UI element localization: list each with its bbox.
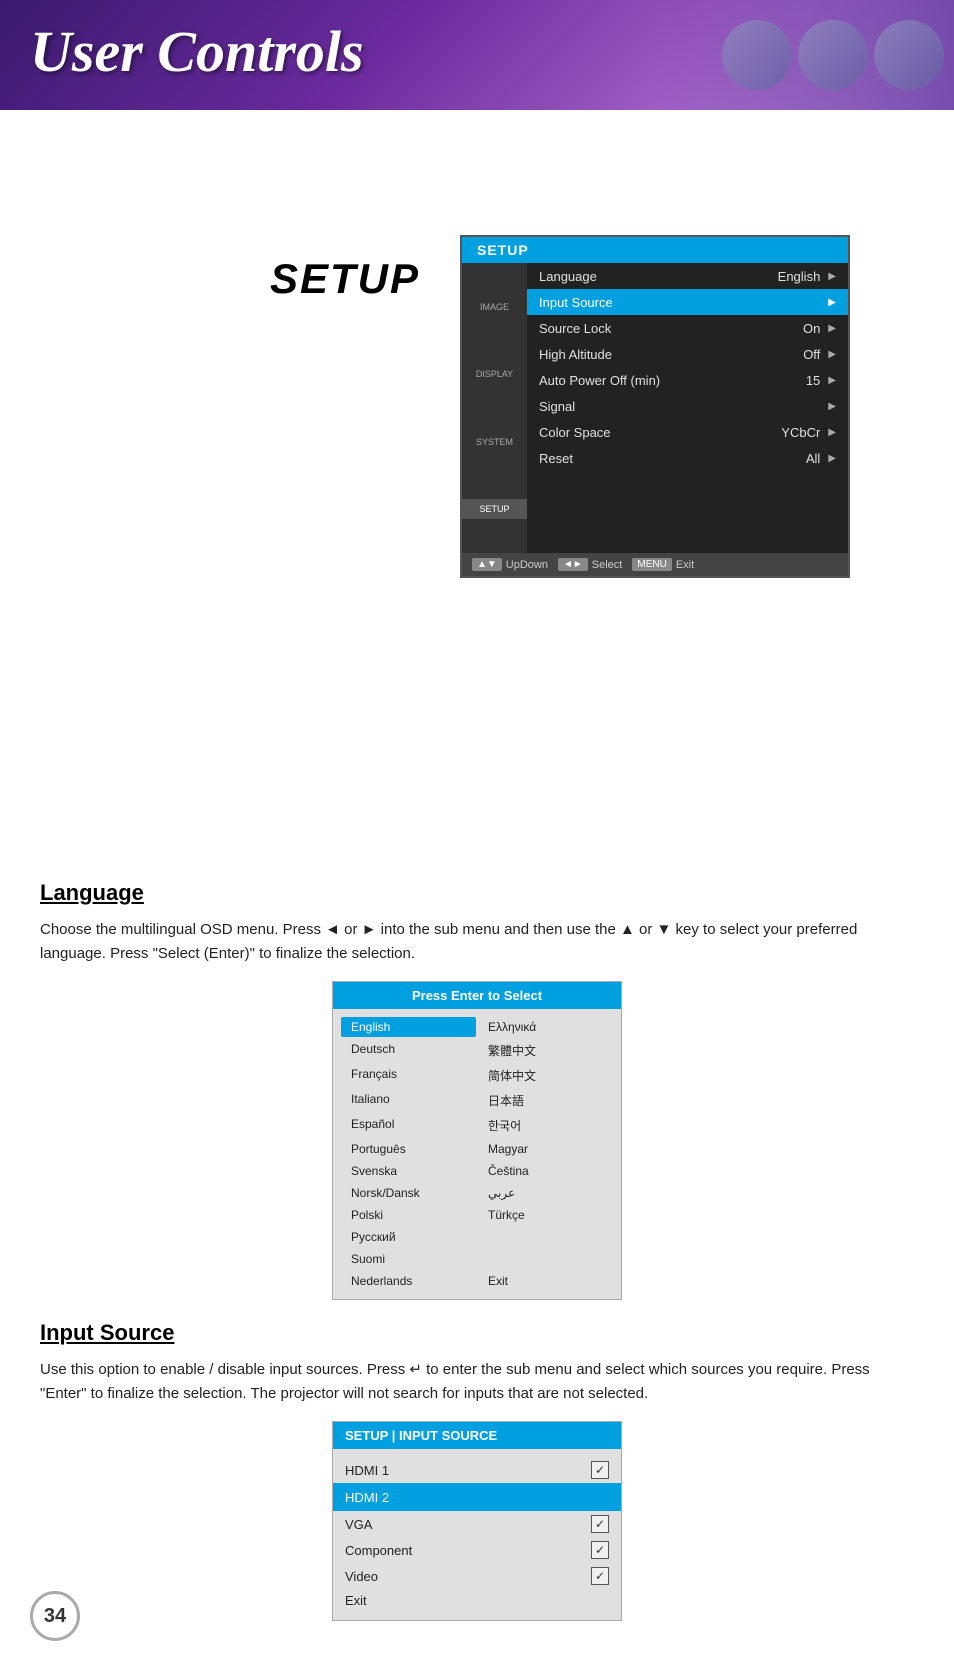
lang-turkish[interactable]: Türkçe bbox=[478, 1205, 613, 1225]
input-source-row-exit[interactable]: Exit bbox=[345, 1589, 609, 1612]
page-wrapper: User Controls SETUP SETUP IMAGE DISPLAY … bbox=[0, 0, 954, 1661]
video-checkbox[interactable] bbox=[591, 1567, 609, 1585]
input-source-row-hdmi1[interactable]: HDMI 1 bbox=[345, 1457, 609, 1483]
header-decoration bbox=[654, 0, 954, 110]
circle-1 bbox=[722, 20, 792, 90]
osd-footer: ▲▼ UpDown ◄► Select MENU Exit bbox=[462, 553, 848, 576]
osd-title: SETUP bbox=[462, 237, 848, 263]
lang-portugues[interactable]: Português bbox=[341, 1139, 476, 1159]
lang-korean[interactable]: 한국어 bbox=[478, 1114, 613, 1137]
lang-english[interactable]: English bbox=[341, 1017, 476, 1037]
osd-row-source-lock[interactable]: Source Lock On ▶ bbox=[527, 315, 848, 341]
header-banner: User Controls bbox=[0, 0, 954, 110]
osd-row-auto-power-off[interactable]: Auto Power Off (min) 15 ▶ bbox=[527, 367, 848, 393]
lang-nederlands[interactable]: Nederlands bbox=[341, 1271, 476, 1291]
vga-checkbox[interactable] bbox=[591, 1515, 609, 1533]
lang-svenska[interactable]: Svenska bbox=[341, 1161, 476, 1181]
osd-row-reset[interactable]: Reset All ▶ bbox=[527, 445, 848, 471]
lang-polski[interactable]: Polski bbox=[341, 1205, 476, 1225]
language-popup-header: Press Enter to Select bbox=[333, 982, 621, 1009]
input-source-row-video[interactable]: Video bbox=[345, 1563, 609, 1589]
sidebar-item-system[interactable]: SYSTEM bbox=[462, 432, 527, 452]
osd-row-input-source[interactable]: Input Source ▶ bbox=[527, 289, 848, 315]
language-section: Language Choose the multilingual OSD men… bbox=[40, 880, 914, 1300]
osd-area: SETUP SETUP IMAGE DISPLAY SYSTEM SETUP L… bbox=[0, 110, 954, 480]
hdmi1-checkbox[interactable] bbox=[591, 1461, 609, 1479]
lang-suomi[interactable]: Suomi bbox=[341, 1249, 476, 1269]
hdmi2-highlight-bar bbox=[559, 1487, 609, 1507]
page-title: User Controls bbox=[30, 18, 364, 85]
osd-footer-updown: ▲▼ UpDown bbox=[472, 558, 548, 571]
input-source-row-vga[interactable]: VGA bbox=[345, 1511, 609, 1537]
sidebar-item-display[interactable]: DISPLAY bbox=[462, 364, 527, 384]
language-grid: English Ελληνικά Deutsch 繁體中文 Français 简… bbox=[333, 1009, 621, 1299]
lang-exit[interactable]: Exit bbox=[478, 1271, 613, 1291]
osd-footer-select: ◄► Select bbox=[558, 558, 622, 571]
lang-traditional-chinese[interactable]: 繁體中文 bbox=[478, 1039, 613, 1062]
input-source-section: Input Source Use this option to enable /… bbox=[40, 1320, 914, 1621]
sidebar-item-image[interactable]: IMAGE bbox=[462, 297, 527, 317]
lang-norsk-dansk[interactable]: Norsk/Dansk bbox=[341, 1183, 476, 1203]
osd-footer-menu: MENU Exit bbox=[632, 558, 694, 571]
lang-empty-1 bbox=[478, 1227, 613, 1247]
input-source-description: Use this option to enable / disable inpu… bbox=[40, 1358, 914, 1406]
lang-arabic[interactable]: عربي bbox=[478, 1183, 613, 1203]
lang-italiano[interactable]: Italiano bbox=[341, 1089, 476, 1112]
circle-3 bbox=[874, 20, 944, 90]
osd-row-high-altitude[interactable]: High Altitude Off ▶ bbox=[527, 341, 848, 367]
lang-magyar[interactable]: Magyar bbox=[478, 1139, 613, 1159]
circle-2 bbox=[798, 20, 868, 90]
lang-espanol[interactable]: Español bbox=[341, 1114, 476, 1137]
lang-cestina[interactable]: Čeština bbox=[478, 1161, 613, 1181]
lang-greek[interactable]: Ελληνικά bbox=[478, 1017, 613, 1037]
osd-row-color-space[interactable]: Color Space YCbCr ▶ bbox=[527, 419, 848, 445]
input-source-section-title: Input Source bbox=[40, 1320, 914, 1346]
sidebar-item-setup[interactable]: SETUP bbox=[462, 499, 527, 519]
input-source-row-component[interactable]: Component bbox=[345, 1537, 609, 1563]
osd-menu: SETUP IMAGE DISPLAY SYSTEM SETUP Languag… bbox=[460, 235, 850, 578]
language-section-description: Choose the multilingual OSD menu. Press … bbox=[40, 918, 914, 966]
setup-label: SETUP bbox=[270, 255, 420, 303]
header-circles bbox=[722, 20, 954, 90]
osd-sidebar: IMAGE DISPLAY SYSTEM SETUP bbox=[462, 263, 527, 553]
lang-deutsch[interactable]: Deutsch bbox=[341, 1039, 476, 1062]
osd-rows: Language English ▶ Input Source ▶ Source… bbox=[527, 263, 848, 553]
component-checkbox[interactable] bbox=[591, 1541, 609, 1559]
osd-row-language[interactable]: Language English ▶ bbox=[527, 263, 848, 289]
page-number: 34 bbox=[30, 1591, 80, 1641]
input-source-row-hdmi2[interactable]: HDMI 2 bbox=[333, 1483, 621, 1511]
lang-francais[interactable]: Français bbox=[341, 1064, 476, 1087]
input-source-popup: SETUP | INPUT SOURCE HDMI 1 HDMI 2 VGA bbox=[332, 1421, 622, 1621]
lang-japanese[interactable]: 日本語 bbox=[478, 1089, 613, 1112]
osd-row-signal[interactable]: Signal ▶ bbox=[527, 393, 848, 419]
input-source-body: HDMI 1 HDMI 2 VGA Component bbox=[333, 1449, 621, 1620]
lang-simplified-chinese[interactable]: 简体中文 bbox=[478, 1064, 613, 1087]
osd-inner: IMAGE DISPLAY SYSTEM SETUP Language Engl… bbox=[462, 263, 848, 553]
language-popup: Press Enter to Select English Ελληνικά D… bbox=[332, 981, 622, 1300]
input-source-popup-header: SETUP | INPUT SOURCE bbox=[333, 1422, 621, 1449]
lang-russian[interactable]: Русский bbox=[341, 1227, 476, 1247]
lang-empty-2 bbox=[478, 1249, 613, 1269]
page-content: Language Choose the multilingual OSD men… bbox=[0, 860, 954, 1661]
setup-title: SETUP bbox=[270, 255, 420, 303]
language-section-title: Language bbox=[40, 880, 914, 906]
